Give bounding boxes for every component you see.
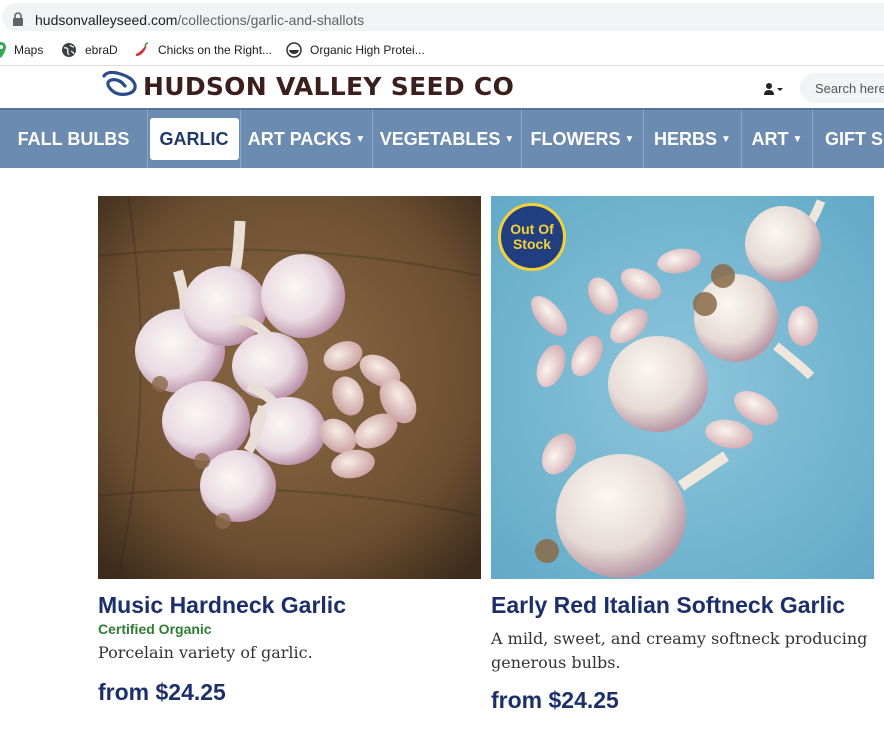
logo-swoosh-icon[interactable] xyxy=(101,70,139,100)
nav-item-flowers[interactable]: FLOWERS ▼ xyxy=(522,110,644,168)
bookmark-label: Chicks on the Right... xyxy=(158,43,273,57)
bowl-icon xyxy=(286,42,302,58)
chili-icon xyxy=(136,42,149,56)
search-input[interactable] xyxy=(800,73,884,103)
out-of-stock-badge: Out Of Stock xyxy=(498,203,566,271)
nav-item-art-packs[interactable]: ART PACKS ▼ xyxy=(241,110,373,168)
caret-down-icon: ▼ xyxy=(504,133,515,145)
nav-item-label: FLOWERS xyxy=(530,128,621,149)
site-logo-text[interactable]: HUDSON VALLEY SEED CO xyxy=(143,72,514,101)
nav-item-garlic[interactable]: GARLIC xyxy=(148,110,241,168)
browser-url-bar: hudsonvalleyseed.com/collections/garlic-… xyxy=(0,0,884,34)
bookmark-label: Maps xyxy=(14,43,44,57)
certified-organic-label: Certified Organic xyxy=(98,621,212,637)
nav-item-label: GARLIC xyxy=(149,118,239,160)
product-description: A mild, sweet, and creamy softneck produ… xyxy=(491,629,868,672)
caret-down-icon: ▼ xyxy=(792,133,803,145)
nav-item-vegetables[interactable]: VEGETABLES ▼ xyxy=(373,110,522,168)
globe-icon xyxy=(62,43,76,57)
badge-line-2: Stock xyxy=(512,236,552,252)
bookmark-maps[interactable]: Maps xyxy=(0,41,43,59)
main-nav: FALL BULBS GARLIC ART PACKS ▼ VEGETABLES ▼… xyxy=(0,108,884,168)
bookmark-label: ebraD xyxy=(85,43,118,57)
bookmark-label: Organic High Protei... xyxy=(310,43,425,57)
address-field[interactable]: hudsonvalleyseed.com/collections/garlic-… xyxy=(2,3,884,31)
maps-icon xyxy=(0,42,6,58)
badge-line-1: Out Of xyxy=(510,221,554,237)
nav-item-label: ART PACKS xyxy=(247,128,352,149)
nav-item-gift-sets[interactable]: GIFT SE xyxy=(813,110,884,168)
nav-item-fall-bulbs[interactable]: FALL BULBS xyxy=(0,110,148,168)
caret-down-icon: ▼ xyxy=(624,133,635,145)
bookmark-ebrad[interactable]: ebraD xyxy=(61,41,118,59)
nav-item-label: GIFT SE xyxy=(825,128,884,149)
caret-down-icon: ▼ xyxy=(721,133,731,145)
lock-icon[interactable] xyxy=(12,12,24,26)
nav-item-label: FALL BULBS xyxy=(17,128,130,149)
product-title[interactable]: Music Hardneck Garlic xyxy=(98,591,481,619)
garlic-photo-wood xyxy=(98,196,481,579)
nav-item-label: ART xyxy=(751,128,789,149)
product-price: from $24.25 xyxy=(98,679,226,705)
product-image-early-red-italian[interactable]: Out Of Stock xyxy=(491,196,874,579)
product-card: Out Of Stock Early Red Italian Softneck … xyxy=(491,196,874,714)
product-title[interactable]: Early Red Italian Softneck Garlic xyxy=(491,591,874,619)
nav-item-herbs[interactable]: HERBS ▼ xyxy=(644,110,742,168)
site-header: HUDSON VALLEY SEED CO xyxy=(0,67,884,108)
caret-down-icon: ▼ xyxy=(355,133,366,145)
bookmark-organic-high-protein[interactable]: Organic High Protei... xyxy=(286,41,425,59)
bookmark-chicks-on-the-right[interactable]: Chicks on the Right... xyxy=(134,41,272,59)
user-account-icon[interactable] xyxy=(764,82,784,96)
bookmarks-bar: Maps ebraD Chicks on the Right... Organi… xyxy=(0,34,884,66)
nav-item-art[interactable]: ART ▼ xyxy=(742,110,813,168)
nav-item-label: HERBS xyxy=(654,128,718,149)
product-card: Music Hardneck Garlic Certified Organic … xyxy=(98,196,481,706)
nav-item-label: VEGETABLES xyxy=(379,128,501,149)
url-text[interactable]: hudsonvalleyseed.com/collections/garlic-… xyxy=(35,12,364,28)
product-description: Porcelain variety of garlic. xyxy=(98,643,313,662)
product-price: from $24.25 xyxy=(491,687,619,713)
product-image-music-garlic[interactable] xyxy=(98,196,481,579)
